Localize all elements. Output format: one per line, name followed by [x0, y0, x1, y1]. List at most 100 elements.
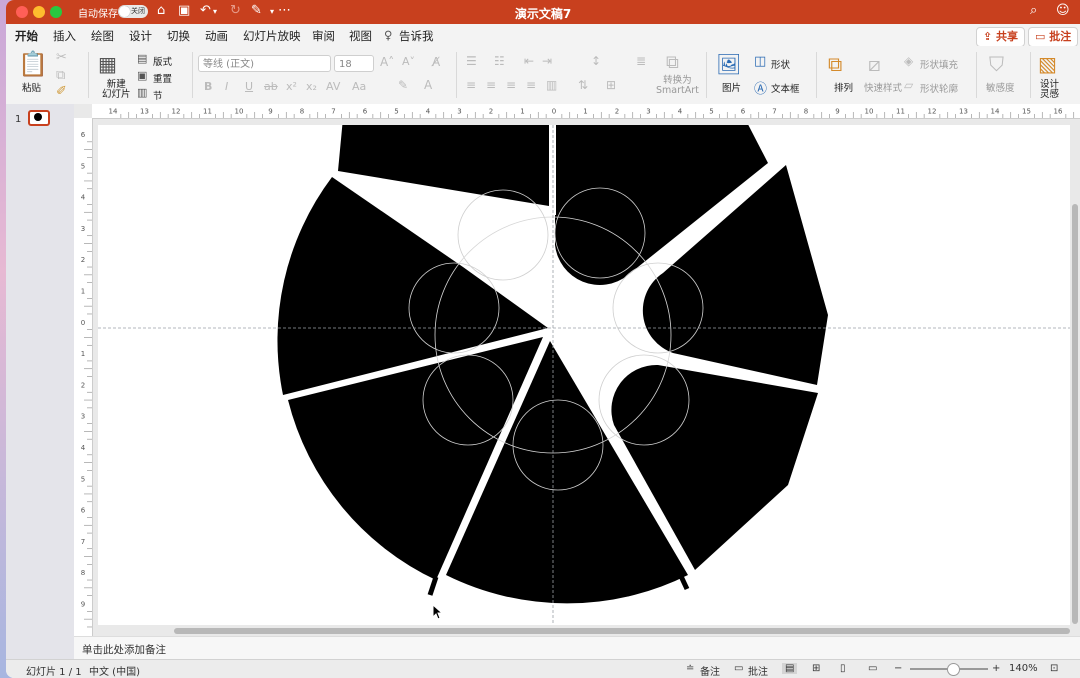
textbox-label[interactable]: 文本框	[771, 81, 800, 95]
zoom-slider-knob[interactable]	[946, 663, 960, 676]
superscript-icon[interactable]: x²	[286, 80, 297, 93]
subscript-icon[interactable]: x₂	[306, 80, 317, 93]
language-indicator[interactable]: 中文 (中国)	[89, 663, 140, 678]
account-icon[interactable]: ☺	[1056, 3, 1070, 18]
slide-canvas[interactable]	[98, 125, 1070, 625]
tab-tell-me[interactable]: 告诉我	[399, 28, 434, 44]
section-label[interactable]: 节	[153, 88, 163, 102]
align-left-icon[interactable]: ≡	[466, 78, 476, 92]
notes-toggle[interactable]: 备注	[700, 663, 720, 678]
picture-icon[interactable]: 🖼	[716, 52, 741, 76]
picture-label[interactable]: 图片	[722, 80, 741, 94]
reset-label[interactable]: 重置	[153, 71, 172, 85]
reading-view-icon[interactable]: ▯	[840, 663, 846, 674]
sensitivity-icon[interactable]: ⛉	[989, 52, 1004, 76]
layout-label[interactable]: 版式	[153, 54, 172, 68]
smartart-icon[interactable]: ⧉	[666, 52, 679, 73]
change-case-icon[interactable]: Aa	[352, 80, 366, 93]
vertical-scrollbar[interactable]	[1072, 204, 1078, 624]
horizontal-scrollbar[interactable]	[174, 628, 1070, 634]
comments-button[interactable]: ▭ 批注	[1028, 27, 1079, 47]
shape-fill-icon[interactable]: ◈	[904, 54, 913, 68]
arrange-label[interactable]: 排列	[834, 80, 853, 94]
normal-view-icon[interactable]: ▤	[782, 663, 798, 674]
tab-design[interactable]: 设计	[129, 28, 152, 44]
vertical-ruler[interactable]: 6 5 4 3 2 1 0 1 2 3 4 5 6 7 8 9	[74, 118, 93, 636]
font-size-select[interactable]: 18	[334, 55, 374, 72]
notes-placeholder[interactable]: 单击此处添加备注	[82, 642, 166, 657]
search-icon[interactable]: ⌕	[1030, 3, 1037, 18]
italic-icon[interactable]: I	[225, 80, 228, 93]
new-slide-label[interactable]: 新建 幻灯片	[102, 80, 131, 100]
horizontal-ruler[interactable]: 14 13 12 11 10 9 8 7 6 5 4 3 2 1 0 1 2 3 4 5 6 7 8 9 10 11 12 13 14 1…	[92, 104, 1080, 119]
numbering-icon[interactable]: ☷	[494, 54, 505, 68]
slideshow-icon[interactable]: ▭	[868, 663, 877, 674]
shape-fill-label[interactable]: 形状填充	[920, 57, 958, 71]
justify-icon[interactable]: ≡	[526, 78, 536, 92]
designer-label[interactable]: 设计 灵感	[1040, 80, 1059, 100]
character-spacing-icon[interactable]: AV	[326, 80, 340, 93]
comments-icon[interactable]: ▭	[734, 663, 743, 674]
clear-format-icon[interactable]: A̸	[432, 55, 440, 69]
reset-icon[interactable]: ▣	[137, 69, 147, 82]
layout-icon[interactable]: ▤	[137, 52, 147, 65]
font-color-icon[interactable]: A	[424, 78, 432, 92]
align-text-icon[interactable]: ⊞	[606, 78, 616, 92]
paste-label[interactable]: 粘贴	[22, 80, 41, 94]
comments-toggle[interactable]: 批注	[748, 663, 768, 678]
align-right-icon[interactable]: ≡	[506, 78, 516, 92]
zoom-out-icon[interactable]: −	[894, 663, 902, 674]
handle-line[interactable]	[427, 576, 439, 596]
decrease-indent-icon[interactable]: ⇤	[524, 54, 534, 68]
columns-icon[interactable]: ▥	[546, 78, 557, 92]
shape-outline-icon[interactable]: ▱	[904, 78, 913, 92]
convert-smartart-label[interactable]: 转换为 SmartArt	[656, 76, 699, 96]
notes-pane[interactable]: 单击此处添加备注	[74, 636, 1080, 661]
increase-indent-icon[interactable]: ⇥	[542, 54, 552, 68]
copy-icon[interactable]: ⧉	[56, 68, 65, 83]
zoom-in-icon[interactable]: +	[992, 663, 1000, 674]
text-direction-icon[interactable]: ⇅	[578, 78, 588, 92]
decrease-font-icon[interactable]: A˅	[402, 55, 415, 68]
cut-icon[interactable]: ✂	[56, 50, 67, 65]
sensitivity-label[interactable]: 敏感度	[986, 80, 1015, 94]
paste-icon[interactable]: 📋	[18, 50, 48, 78]
bullets-icon[interactable]: ☰	[466, 54, 477, 68]
paragraph-more-icon[interactable]: ≣	[636, 54, 646, 68]
slide-sorter-icon[interactable]: ⊞	[812, 663, 820, 674]
tab-slideshow[interactable]: 幻灯片放映	[243, 28, 301, 44]
strikethrough-icon[interactable]: ab	[264, 80, 278, 93]
align-center-icon[interactable]: ≡	[486, 78, 496, 92]
arrange-icon[interactable]: ⧉	[828, 52, 842, 76]
tab-home[interactable]: 开始	[15, 28, 38, 48]
line-spacing-icon[interactable]: ↕	[591, 54, 601, 68]
increase-font-icon[interactable]: A˄	[380, 55, 394, 69]
highlight-icon[interactable]: ✎	[398, 78, 408, 92]
tab-draw[interactable]: 绘图	[91, 28, 114, 44]
handle-line[interactable]	[677, 572, 690, 591]
quick-styles-icon[interactable]: ⧄	[868, 52, 881, 76]
font-name-select[interactable]: 等线 (正文)	[198, 55, 331, 72]
shape-sector-1[interactable]	[338, 125, 549, 206]
section-icon[interactable]: ▥	[137, 86, 147, 99]
new-slide-icon[interactable]: ▦	[98, 52, 117, 76]
quick-styles-label[interactable]: 快速样式	[864, 80, 902, 94]
shape-label[interactable]: 形状	[771, 57, 790, 71]
zoom-percent[interactable]: 140%	[1009, 663, 1038, 674]
textbox-icon[interactable]: Ⓐ	[754, 78, 767, 97]
fit-to-window-icon[interactable]: ⊡	[1050, 663, 1058, 674]
bold-icon[interactable]: B	[204, 80, 212, 93]
notes-icon[interactable]: ≐	[686, 663, 694, 674]
underline-icon[interactable]: U	[245, 80, 253, 93]
slide-thumbnail[interactable]	[28, 110, 50, 126]
share-button[interactable]: ⇪ 共享	[976, 27, 1026, 47]
tab-insert[interactable]: 插入	[53, 28, 76, 44]
designer-icon[interactable]: ▧	[1038, 52, 1057, 76]
tab-review[interactable]: 审阅	[312, 28, 335, 44]
tab-view[interactable]: 视图	[349, 28, 372, 44]
shape-outline-label[interactable]: 形状轮廓	[920, 81, 958, 95]
format-painter-icon[interactable]: ✐	[56, 84, 67, 99]
shape-icon[interactable]: ◫	[754, 54, 766, 69]
tab-animations[interactable]: 动画	[205, 28, 228, 44]
tab-transitions[interactable]: 切换	[167, 28, 190, 44]
